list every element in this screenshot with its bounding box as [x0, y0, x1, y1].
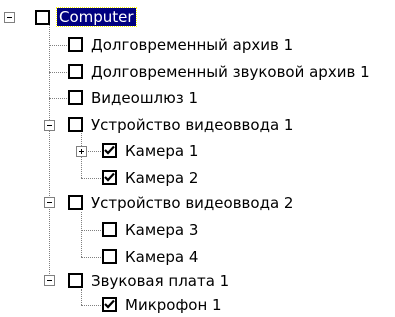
- tree-line: [81, 257, 101, 258]
- expand-camera-1-icon[interactable]: [76, 146, 87, 157]
- tree-line: [81, 305, 101, 306]
- tree-line: [81, 212, 82, 257]
- tree-line: [81, 289, 82, 305]
- tree-item-camera-1[interactable]: Камера 1: [123, 141, 200, 161]
- tree-item-sound-card[interactable]: Звуковая плата 1: [89, 271, 231, 291]
- sound-card-checkbox[interactable]: [68, 273, 83, 288]
- tree-item-camera-4[interactable]: Камера 4: [123, 247, 200, 267]
- camera-4-checkbox[interactable]: [102, 249, 117, 264]
- checkmark-icon: [104, 299, 115, 309]
- tree-item-camera-2[interactable]: Камера 2: [123, 168, 200, 188]
- tree-item-long-term-archive[interactable]: Долговременный архив 1: [89, 35, 295, 55]
- collapse-computer-icon[interactable]: [4, 12, 15, 23]
- video-input-2-checkbox[interactable]: [68, 195, 83, 210]
- tree-line: [81, 178, 101, 179]
- microphone-1-checkbox[interactable]: [102, 297, 117, 312]
- tree-item-long-term-audio-archive[interactable]: Долговременный звуковой архив 1: [89, 62, 372, 82]
- long-term-audio-archive-checkbox[interactable]: [68, 64, 83, 79]
- computer-checkbox[interactable]: [35, 10, 50, 25]
- tree-line: [81, 230, 101, 231]
- tree-item-computer[interactable]: Computer: [56, 7, 137, 27]
- tree-line: [49, 98, 67, 99]
- video-input-1-checkbox[interactable]: [68, 117, 83, 132]
- video-gateway-checkbox[interactable]: [68, 90, 83, 105]
- camera-3-checkbox[interactable]: [102, 222, 117, 237]
- tree-item-microphone-1[interactable]: Микрофон 1: [123, 295, 224, 315]
- camera-1-checkbox[interactable]: [102, 143, 117, 158]
- collapse-sound-card-icon[interactable]: [44, 275, 55, 286]
- checkmark-icon: [104, 172, 115, 182]
- tree-line: [88, 151, 101, 152]
- tree-item-video-input-2[interactable]: Устройство видеоввода 2: [89, 193, 295, 213]
- device-tree: Computer Долговременный архив 1 Долговре…: [0, 0, 395, 317]
- camera-2-checkbox[interactable]: [102, 170, 117, 185]
- tree-item-camera-3[interactable]: Камера 3: [123, 220, 200, 240]
- tree-item-video-input-1[interactable]: Устройство видеоввода 1: [89, 115, 295, 135]
- tree-line: [49, 45, 67, 46]
- tree-item-video-gateway[interactable]: Видеошлюз 1: [89, 88, 200, 108]
- checkmark-icon: [104, 145, 115, 155]
- long-term-archive-checkbox[interactable]: [68, 37, 83, 52]
- tree-line: [49, 24, 50, 278]
- collapse-video-input-1-icon[interactable]: [44, 120, 55, 131]
- collapse-video-input-2-icon[interactable]: [44, 197, 55, 208]
- tree-line: [49, 72, 67, 73]
